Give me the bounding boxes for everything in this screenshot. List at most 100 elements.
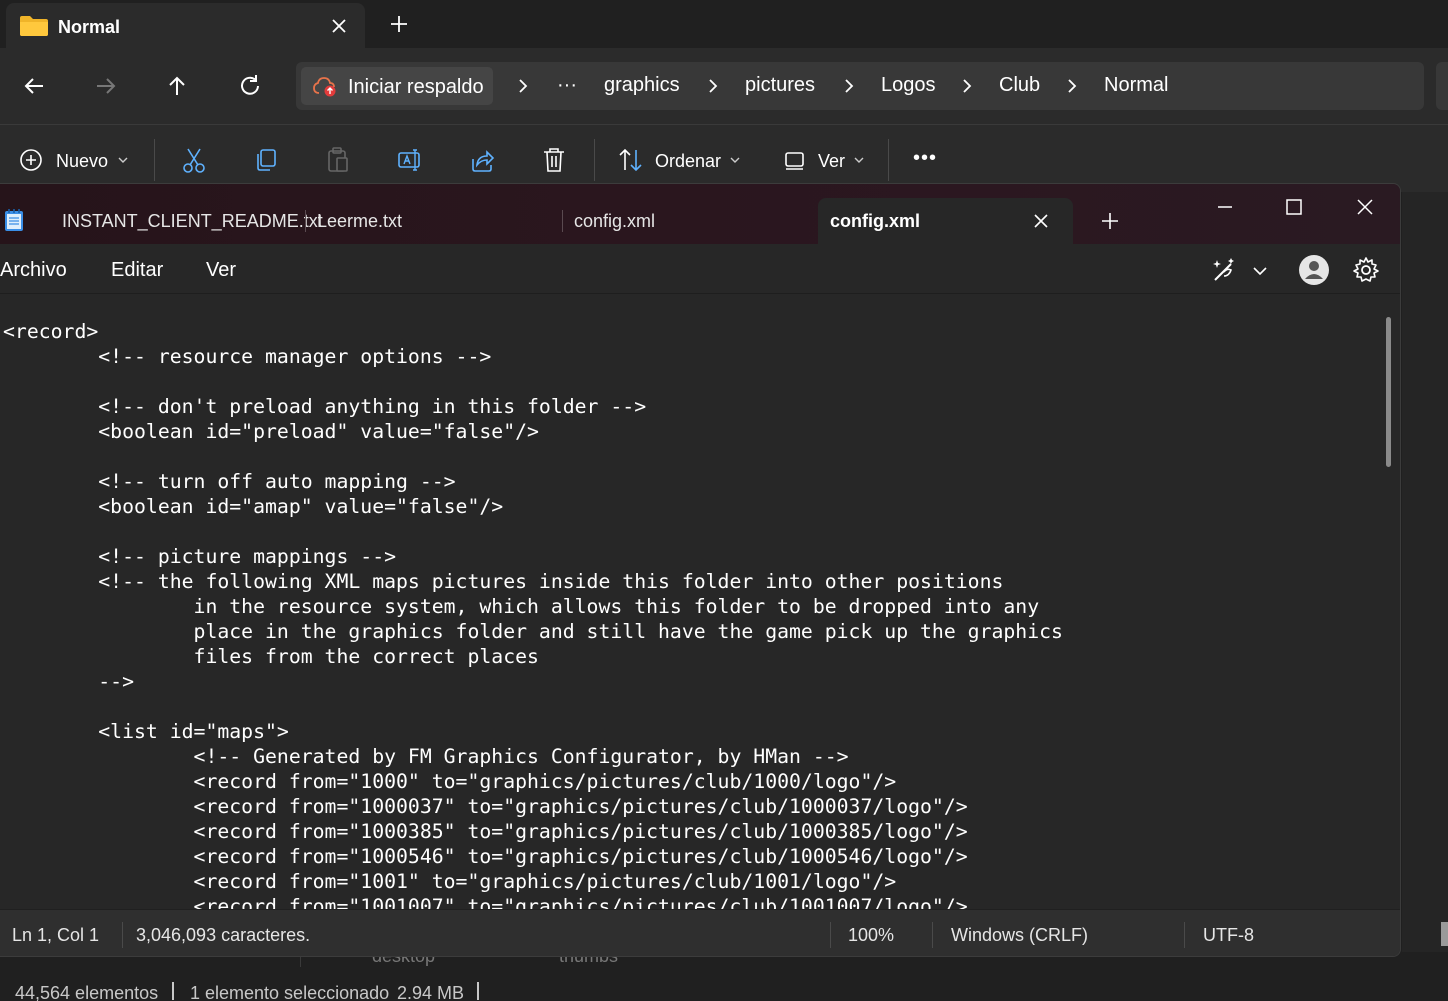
tab-leerme[interactable]: Leerme.txt xyxy=(317,211,402,232)
zoom-level[interactable]: 100% xyxy=(848,925,894,946)
refresh-icon[interactable] xyxy=(235,71,265,101)
code-line[interactable]: <!-- picture mappings --> xyxy=(3,544,1063,569)
notepad-window: INSTANT_CLIENT_README.txt Leerme.txt con… xyxy=(0,183,1401,957)
code-line[interactable]: <!-- turn off auto mapping --> xyxy=(3,469,1063,494)
divider xyxy=(172,982,174,1000)
scrollbar[interactable] xyxy=(1441,922,1448,946)
code-line[interactable]: <boolean id="amap" value="false"/> xyxy=(3,494,1063,519)
code-line[interactable]: <!-- don't preload anything in this fold… xyxy=(3,394,1063,419)
breadcrumb-pictures[interactable]: pictures xyxy=(745,74,815,97)
copy-icon[interactable] xyxy=(252,145,280,175)
code-line[interactable]: <record from="1001" to="graphics/picture… xyxy=(3,869,1063,894)
sort-button[interactable]: Ordenar xyxy=(655,151,721,172)
notepad-app-icon xyxy=(5,209,23,231)
backup-button[interactable]: Iniciar respaldo xyxy=(301,67,493,105)
code-line[interactable]: place in the graphics folder and still h… xyxy=(3,619,1063,644)
delete-icon[interactable] xyxy=(540,145,568,175)
explorer-tab-title: Normal xyxy=(58,17,121,37)
code-line[interactable] xyxy=(3,519,1063,544)
tab-config-1[interactable]: config.xml xyxy=(574,211,655,232)
editor-text[interactable]: <record> <!-- resource manager options -… xyxy=(3,319,1063,909)
breadcrumb-graphics[interactable]: graphics xyxy=(604,74,680,97)
breadcrumb-normal[interactable]: Normal xyxy=(1104,74,1168,97)
menu-view[interactable]: Ver xyxy=(206,259,236,282)
code-line[interactable]: <record from="1000" to="graphics/picture… xyxy=(3,769,1063,794)
share-icon[interactable] xyxy=(468,145,496,175)
back-icon[interactable] xyxy=(19,71,49,101)
new-button[interactable]: Nuevo xyxy=(56,151,108,172)
code-line[interactable]: --> xyxy=(3,669,1063,694)
more-options-button[interactable]: ••• xyxy=(913,147,937,170)
minimize-icon[interactable] xyxy=(1210,192,1240,222)
settings-gear-icon[interactable] xyxy=(1350,254,1382,286)
new-tab-icon[interactable] xyxy=(1097,208,1123,234)
cursor-position[interactable]: Ln 1, Col 1 xyxy=(12,925,99,946)
code-line[interactable]: <boolean id="preload" value="false"/> xyxy=(3,419,1063,444)
code-line[interactable]: <!-- Generated by FM Graphics Configurat… xyxy=(3,744,1063,769)
view-button[interactable]: Ver xyxy=(818,151,845,172)
line-ending[interactable]: Windows (CRLF) xyxy=(951,925,1088,946)
menu-file[interactable]: Archivo xyxy=(0,259,67,282)
forward-icon[interactable] xyxy=(91,71,121,101)
address-bar[interactable]: Iniciar respaldo ··· graphics pictures L… xyxy=(296,62,1424,110)
tab-config-active[interactable]: config.xml xyxy=(818,198,1073,244)
explorer-tab[interactable]: Normal xyxy=(6,3,365,48)
menu-edit[interactable]: Editar xyxy=(111,259,163,282)
new-plus-icon[interactable] xyxy=(18,145,46,175)
code-line[interactable]: <record> xyxy=(3,319,1063,344)
chevron-down-icon[interactable] xyxy=(116,145,130,175)
divider xyxy=(830,922,831,948)
up-icon[interactable] xyxy=(162,71,192,101)
code-line[interactable]: <record from="1001007" to="graphics/pict… xyxy=(3,894,1063,909)
copilot-sparkle-icon[interactable] xyxy=(1209,254,1241,286)
selection-info: 1 elemento seleccionado xyxy=(190,983,390,1001)
code-line[interactable] xyxy=(3,694,1063,719)
folder-icon xyxy=(20,16,48,36)
code-line[interactable]: <!-- the following XML maps pictures ins… xyxy=(3,569,1063,594)
divider xyxy=(594,139,595,181)
editor-scrollbar[interactable] xyxy=(1386,317,1391,467)
maximize-icon[interactable] xyxy=(1279,192,1309,222)
text-editor[interactable]: <record> <!-- resource manager options -… xyxy=(0,295,1400,909)
search-box[interactable] xyxy=(1436,62,1448,110)
account-avatar-icon[interactable] xyxy=(1298,254,1330,286)
character-count: 3,046,093 caracteres. xyxy=(136,925,311,945)
code-line[interactable]: <record from="1000385" to="graphics/pict… xyxy=(3,819,1063,844)
rename-icon[interactable] xyxy=(396,145,424,175)
breadcrumb-logos[interactable]: Logos xyxy=(881,74,936,97)
chevron-right-icon[interactable] xyxy=(706,76,720,96)
selection-size: 2.94 MB xyxy=(397,983,465,1001)
code-line[interactable]: <record from="1000037" to="graphics/pict… xyxy=(3,794,1063,819)
divider xyxy=(305,210,306,232)
backup-label: Iniciar respaldo xyxy=(348,76,484,98)
encoding[interactable]: UTF-8 xyxy=(1203,925,1254,946)
chevron-down-icon[interactable] xyxy=(852,145,866,175)
breadcrumb-club[interactable]: Club xyxy=(999,74,1040,97)
chevron-right-icon[interactable] xyxy=(842,76,856,96)
divider xyxy=(122,922,123,948)
view-icon[interactable] xyxy=(783,145,807,175)
close-tab-icon[interactable] xyxy=(1028,208,1054,234)
chevron-right-icon[interactable] xyxy=(516,76,530,96)
code-line[interactable]: <list id="maps"> xyxy=(3,719,1063,744)
explorer-command-bar: Nuevo Ordenar Ver ••• xyxy=(0,124,1448,192)
code-line[interactable]: <record from="1000546" to="graphics/pict… xyxy=(3,844,1063,869)
chevron-right-icon[interactable] xyxy=(1065,76,1079,96)
code-line[interactable]: files from the correct places xyxy=(3,644,1063,669)
sort-icon[interactable] xyxy=(616,145,646,175)
divider xyxy=(1184,922,1185,948)
breadcrumb-overflow[interactable]: ··· xyxy=(557,74,577,97)
new-tab-icon[interactable] xyxy=(385,10,413,38)
tab-readme[interactable]: INSTANT_CLIENT_README.txt xyxy=(62,211,323,232)
cut-icon[interactable] xyxy=(180,145,208,175)
code-line[interactable]: in the resource system, which allows thi… xyxy=(3,594,1063,619)
close-window-icon[interactable] xyxy=(1350,192,1380,222)
close-tab-icon[interactable] xyxy=(324,11,354,41)
chevron-down-icon[interactable] xyxy=(728,145,742,175)
code-line[interactable]: <!-- resource manager options --> xyxy=(3,344,1063,369)
paste-icon[interactable] xyxy=(324,145,352,175)
code-line[interactable] xyxy=(3,369,1063,394)
code-line[interactable] xyxy=(3,444,1063,469)
chevron-down-icon[interactable] xyxy=(1247,254,1273,286)
chevron-right-icon[interactable] xyxy=(960,76,974,96)
